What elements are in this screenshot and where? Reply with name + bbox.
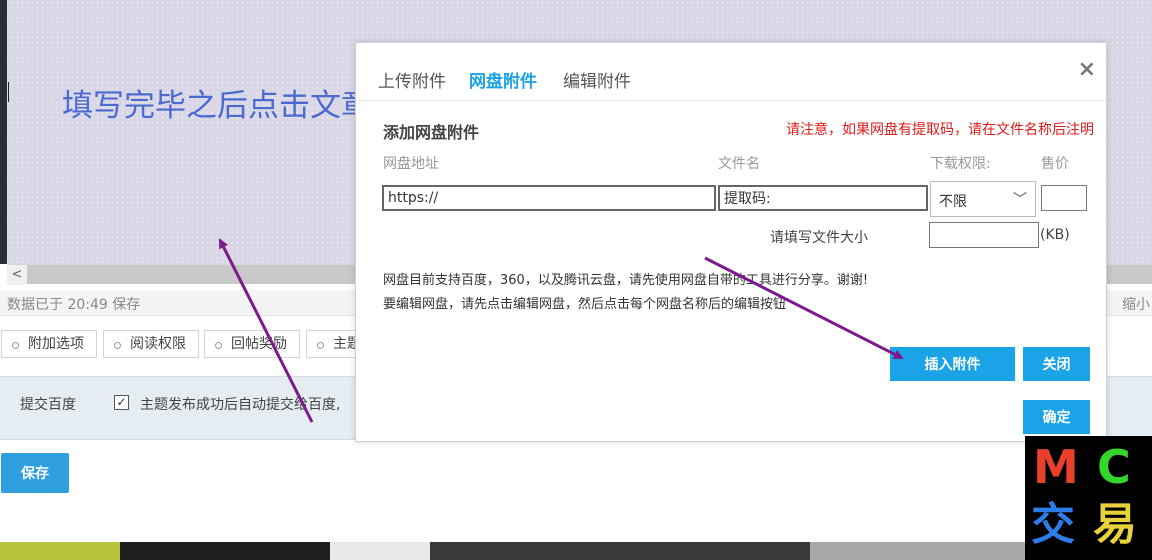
file-size-label: 请填写文件大小 (770, 230, 868, 246)
netdisk-url-label: 网盘地址 (383, 156, 439, 172)
price-label: 售价 (1041, 156, 1069, 172)
site-logo: M C 交 易 (1025, 436, 1152, 560)
save-button[interactable]: 保存 (1, 453, 69, 493)
background-image-strip (0, 542, 1152, 560)
extraction-code-notice: 请注意，如果网盘有提取码，请在文件名称后注明 (786, 122, 1094, 138)
baidu-submit-checkbox[interactable]: ✓ (114, 395, 129, 410)
download-permission-label: 下载权限: (930, 156, 991, 172)
price-input[interactable] (1041, 185, 1087, 211)
baidu-submit-description: 主题发布成功后自动提交给百度, (140, 397, 341, 413)
tab-extra-options[interactable]: 附加选项 (1, 330, 97, 358)
strip-segment (0, 542, 120, 560)
permission-selected-value: 不限 (939, 194, 967, 210)
netdisk-attachment-dialog: 上传附件 网盘附件 编辑附件 × 添加网盘附件 请注意，如果网盘有提取码，请在文… (355, 42, 1107, 442)
text-caret (8, 82, 9, 102)
strip-segment (810, 542, 1030, 560)
strip-segment (330, 542, 430, 560)
confirm-button[interactable]: 确定 (1023, 400, 1090, 434)
tab-netdisk-attachment[interactable]: 网盘附件 (469, 67, 537, 92)
close-icon[interactable]: × (1078, 57, 1096, 82)
section-title: 添加网盘附件 (383, 123, 480, 142)
tab-reply-reward[interactable]: 回帖奖励 (204, 330, 300, 358)
editor-left-border (0, 0, 7, 264)
tab-upload-attachment[interactable]: 上传附件 (378, 67, 446, 92)
netdisk-support-info: 网盘目前支持百度，360，以及腾讯云盘，请先使用网盘自带的工具进行分享。谢谢! (383, 273, 869, 288)
logo-letter: 易 (1093, 499, 1137, 550)
insert-attachment-button[interactable]: 插入附件 (890, 347, 1015, 381)
download-permission-select[interactable]: 不限 ﹀ (930, 181, 1036, 217)
file-size-input[interactable] (929, 222, 1039, 248)
chevron-down-icon: ﹀ (1013, 192, 1027, 208)
shrink-editor-link[interactable]: 缩小 (1122, 294, 1150, 314)
tab-read-permission[interactable]: 阅读权限 (103, 330, 199, 358)
baidu-submit-label: 提交百度 (20, 397, 76, 413)
netdisk-edit-info: 要编辑网盘，请先点击编辑网盘，然后点击每个网盘名称后的编辑按钮 (383, 297, 787, 312)
netdisk-url-input[interactable] (382, 185, 716, 211)
filename-label: 文件名 (718, 156, 760, 172)
scroll-left-icon[interactable]: < (7, 265, 27, 285)
logo-letter: C (1097, 440, 1131, 494)
autosave-status: 数据已于 20:49 保存 (7, 297, 141, 313)
strip-segment (430, 542, 810, 560)
close-button[interactable]: 关闭 (1023, 347, 1090, 381)
file-size-unit: (KB) (1040, 227, 1070, 243)
dialog-tabs: 上传附件 网盘附件 编辑附件 × (356, 43, 1106, 101)
logo-letter: 交 (1031, 499, 1075, 550)
logo-letter: M (1033, 440, 1079, 494)
filename-input[interactable] (718, 185, 928, 211)
tab-edit-attachment[interactable]: 编辑附件 (563, 67, 631, 92)
